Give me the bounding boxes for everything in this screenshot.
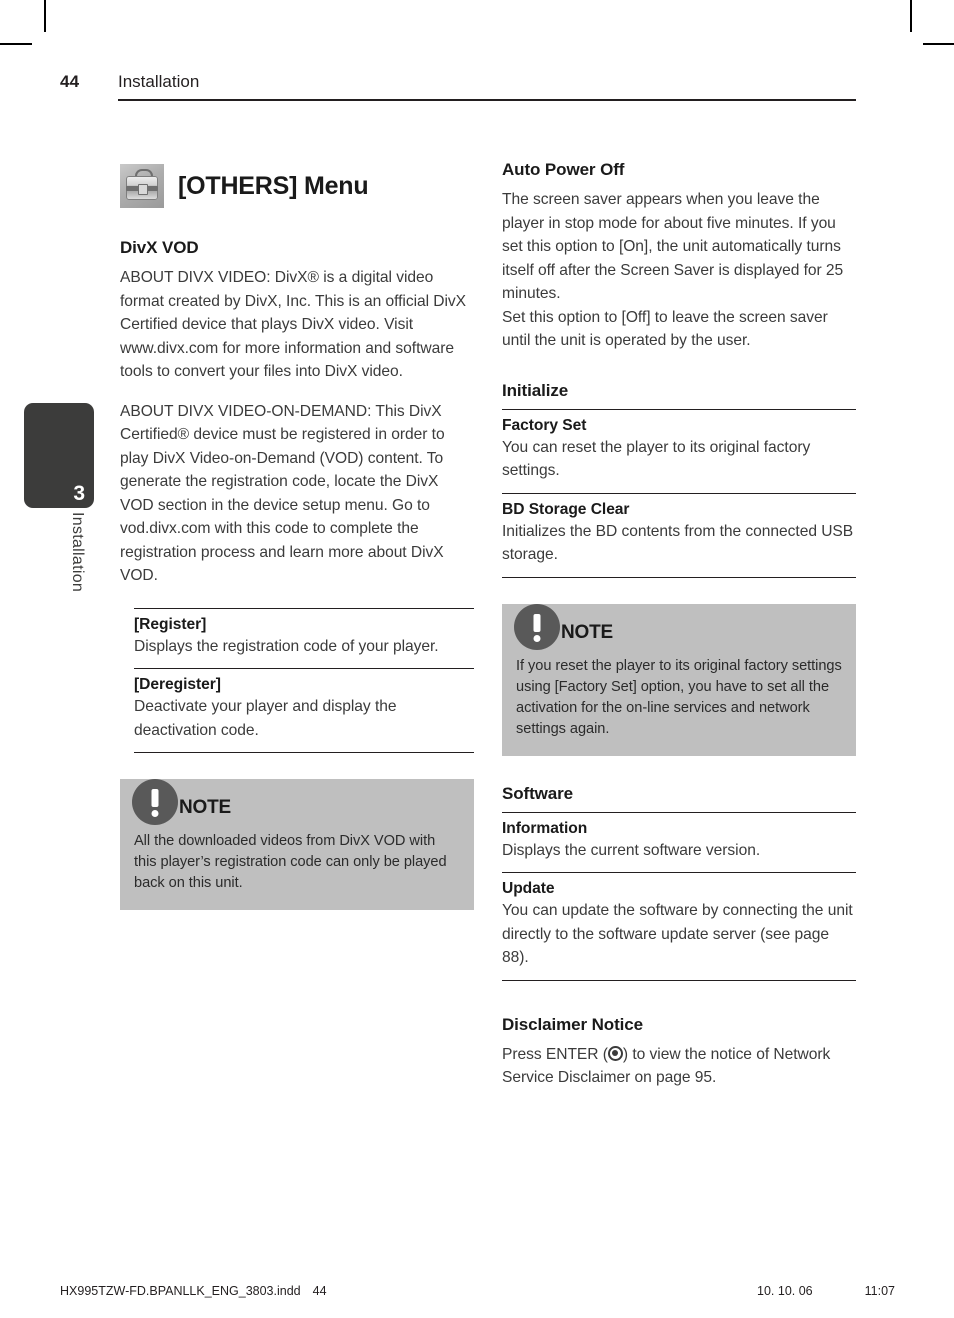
disclaimer-notice-paragraph: Press ENTER () to view the notice of Net… <box>502 1043 856 1090</box>
software-item-list: Information Displays the current softwar… <box>502 811 856 981</box>
footer-page-number: 44 <box>312 1284 327 1298</box>
others-menu-title-row: [OTHERS] Menu <box>120 164 474 208</box>
list-item: Update You can update the software by co… <box>502 872 856 981</box>
disclaimer-text-before: Press ENTER ( <box>502 1045 608 1063</box>
footer-time: 11:07 <box>864 1284 895 1298</box>
list-item: [Deregister] Deactivate your player and … <box>134 668 474 753</box>
auto-power-off-paragraph: The screen saver appears when you leave … <box>502 191 844 349</box>
list-item: Information Displays the current softwar… <box>502 811 856 873</box>
deregister-item-title: [Deregister] <box>134 676 221 693</box>
chapter-tab-label-text: Installation <box>69 512 86 593</box>
note-text: If you reset the player to its original … <box>516 657 842 737</box>
information-item-desc: Displays the current software version. <box>502 841 761 859</box>
running-head-row: 44 Installation <box>60 72 856 99</box>
bd-storage-clear-item-desc: Initializes the BD contents from the con… <box>502 522 854 564</box>
chapter-tab-label: Installation <box>24 512 94 632</box>
exclamation-icon <box>132 779 178 825</box>
list-item: [Register] Displays the registration cod… <box>134 607 474 669</box>
footer: HX995TZW-FD.BPANLLK_ENG_3803.indd 44 10.… <box>60 1284 895 1298</box>
chapter-tab: 3 <box>24 403 94 508</box>
divx-vod-heading: DivX VOD <box>120 238 199 257</box>
register-item-desc: Displays the registration code of your p… <box>134 637 439 655</box>
note-header: NOTE <box>132 779 460 825</box>
list-item: BD Storage Clear Initializes the BD cont… <box>502 492 856 578</box>
initialize-item-list: Factory Set You can reset the player to … <box>502 408 856 578</box>
initialize-heading: Initialize <box>502 380 569 400</box>
disclaimer-notice-heading: Disclaimer Notice <box>502 1014 643 1034</box>
note-box-divx: NOTE All the downloaded videos from DivX… <box>120 779 474 910</box>
note-label: NOTE <box>561 621 613 643</box>
note-label: NOTE <box>179 797 231 818</box>
information-item-title: Information <box>502 819 588 837</box>
toolbox-icon <box>120 164 164 208</box>
others-menu-title: [OTHERS] Menu <box>178 171 369 200</box>
note-box-initialize: NOTE If you reset the player to its orig… <box>502 603 856 756</box>
left-column: [OTHERS] Menu DivX VOD ABOUT DIVX VIDEO:… <box>120 160 474 910</box>
footer-date: 10. 10. 06 <box>757 1284 813 1298</box>
list-item: Factory Set You can reset the player to … <box>502 408 856 493</box>
divx-vod-paragraph-2: ABOUT DIVX VIDEO-ON-DEMAND: This DivX Ce… <box>120 402 445 585</box>
right-column: Auto Power Off The screen saver appears … <box>502 160 856 1090</box>
update-item-desc: You can update the software by connectin… <box>502 902 853 966</box>
software-heading: Software <box>502 783 573 803</box>
footer-file-name: HX995TZW-FD.BPANLLK_ENG_3803.indd <box>60 1284 301 1298</box>
crop-mark-top-right-horizontal <box>923 43 954 45</box>
deregister-item-desc: Deactivate your player and display the d… <box>134 698 397 739</box>
divx-vod-paragraph-1: ABOUT DIVX VIDEO: DivX® is a digital vid… <box>120 269 467 380</box>
update-item-title: Update <box>502 880 555 897</box>
page-number: 44 <box>60 72 80 91</box>
divx-vod-item-list: [Register] Displays the registration cod… <box>134 607 474 753</box>
exclamation-icon <box>514 603 560 650</box>
bd-storage-clear-item-title: BD Storage Clear <box>502 500 630 518</box>
note-text: All the downloaded videos from DivX VOD … <box>134 833 447 891</box>
auto-power-off-heading: Auto Power Off <box>502 160 625 179</box>
crop-mark-top-left-vertical <box>44 0 46 32</box>
factory-set-item-desc: You can reset the player to its original… <box>502 438 811 480</box>
running-head-title: Installation <box>118 72 200 91</box>
factory-set-item-title: Factory Set <box>502 416 587 434</box>
chapter-number: 3 <box>73 482 85 505</box>
crop-mark-top-left-horizontal <box>0 43 32 45</box>
running-head: 44 Installation <box>60 72 856 101</box>
enter-button-icon <box>607 1045 623 1061</box>
note-header: NOTE <box>514 603 842 650</box>
running-head-rule <box>118 99 856 101</box>
register-item-title: [Register] <box>134 615 207 633</box>
crop-mark-top-right-vertical <box>910 0 912 32</box>
